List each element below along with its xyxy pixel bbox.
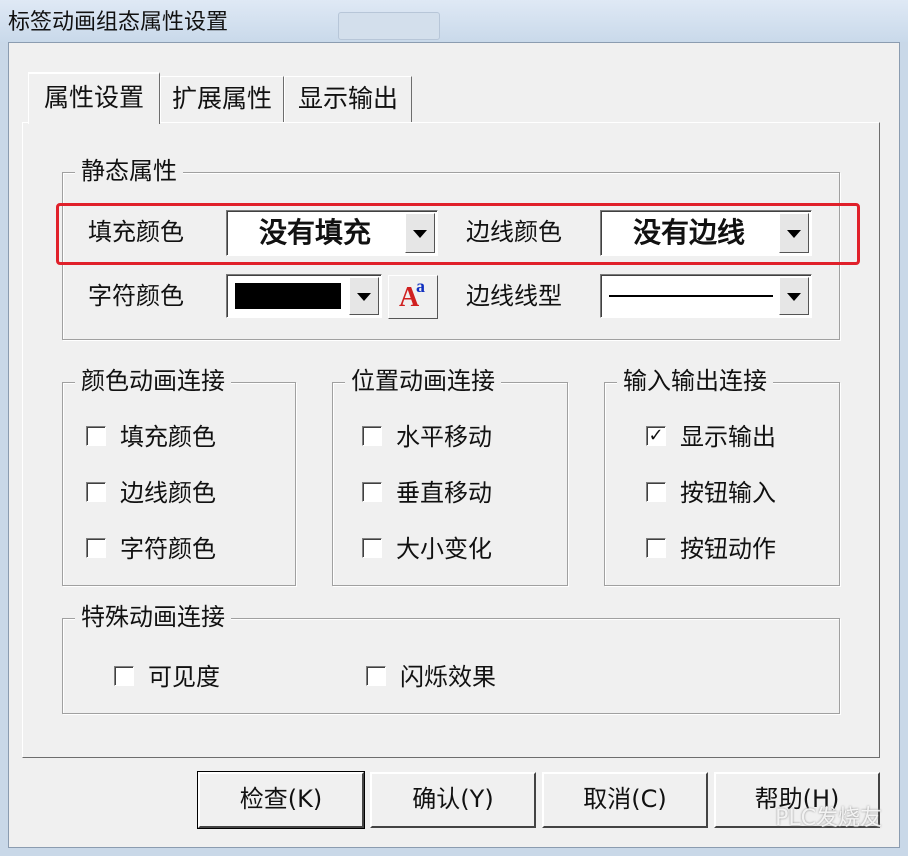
tab-label: 扩展属性 — [171, 84, 272, 113]
checkbox[interactable] — [114, 666, 134, 686]
checkbox[interactable] — [86, 426, 106, 446]
line-type-label: 边线线型 — [466, 282, 562, 310]
checkbox[interactable] — [646, 482, 666, 502]
checkbox[interactable] — [366, 666, 386, 686]
tab-display-output[interactable]: 显示输出 — [284, 76, 412, 122]
group-title: 特殊动画连接 — [75, 601, 231, 633]
watermark-text: PLC发烧友 — [775, 806, 882, 831]
line-style-sample — [609, 295, 773, 297]
checkbox-label: 按钮输入 — [680, 479, 776, 507]
highlight-annotation-box — [56, 203, 860, 265]
font-icon-small: a — [416, 276, 425, 296]
checkbox-label: 填充颜色 — [120, 423, 216, 451]
confirm-button[interactable]: 确认(Y) — [370, 772, 536, 828]
title-bar: 标签动画组态属性设置 — [0, 0, 908, 42]
group-title: 颜色动画连接 — [75, 365, 231, 397]
checkbox[interactable] — [362, 426, 382, 446]
checkbox-label: 边线颜色 — [120, 479, 216, 507]
tab-property-settings[interactable]: 属性设置 — [28, 72, 160, 124]
cancel-button[interactable]: 取消(C) — [542, 772, 708, 828]
dropdown-arrow-icon[interactable] — [349, 277, 379, 315]
checkbox-label: 字符颜色 — [120, 535, 216, 563]
checkbox[interactable] — [362, 538, 382, 558]
checkbox[interactable] — [86, 538, 106, 558]
tab-extended-properties[interactable]: 扩展属性 — [160, 76, 284, 122]
group-title: 静态属性 — [75, 155, 183, 187]
group-title: 位置动画连接 — [345, 365, 501, 397]
dropdown-arrow-icon[interactable] — [779, 277, 809, 315]
checkbox[interactable] — [646, 538, 666, 558]
checkbox-label: 可见度 — [148, 663, 220, 691]
tab-label: 属性设置 — [43, 83, 144, 112]
char-color-swatch — [235, 283, 341, 309]
checkbox-label: 大小变化 — [396, 535, 492, 563]
checkbox[interactable] — [362, 482, 382, 502]
char-color-label: 字符颜色 — [88, 282, 184, 310]
checkbox-label: 闪烁效果 — [400, 663, 496, 691]
background-window-button — [338, 12, 440, 40]
group-title: 输入输出连接 — [617, 365, 773, 397]
line-type-dropdown[interactable] — [600, 274, 812, 318]
char-color-dropdown[interactable] — [226, 274, 382, 318]
window-title: 标签动画组态属性设置 — [8, 10, 229, 35]
checkbox[interactable] — [86, 482, 106, 502]
tab-label: 显示输出 — [297, 84, 398, 113]
font-settings-button[interactable]: A a — [388, 275, 438, 319]
check-button[interactable]: 检查(K) — [197, 771, 365, 829]
checkbox-label: 显示输出 — [680, 423, 776, 451]
checkbox-label: 水平移动 — [396, 423, 492, 451]
checkbox-label: 垂直移动 — [396, 479, 492, 507]
checkmark-icon[interactable]: ✓ — [646, 426, 666, 446]
checkbox-label: 按钮动作 — [680, 535, 776, 563]
